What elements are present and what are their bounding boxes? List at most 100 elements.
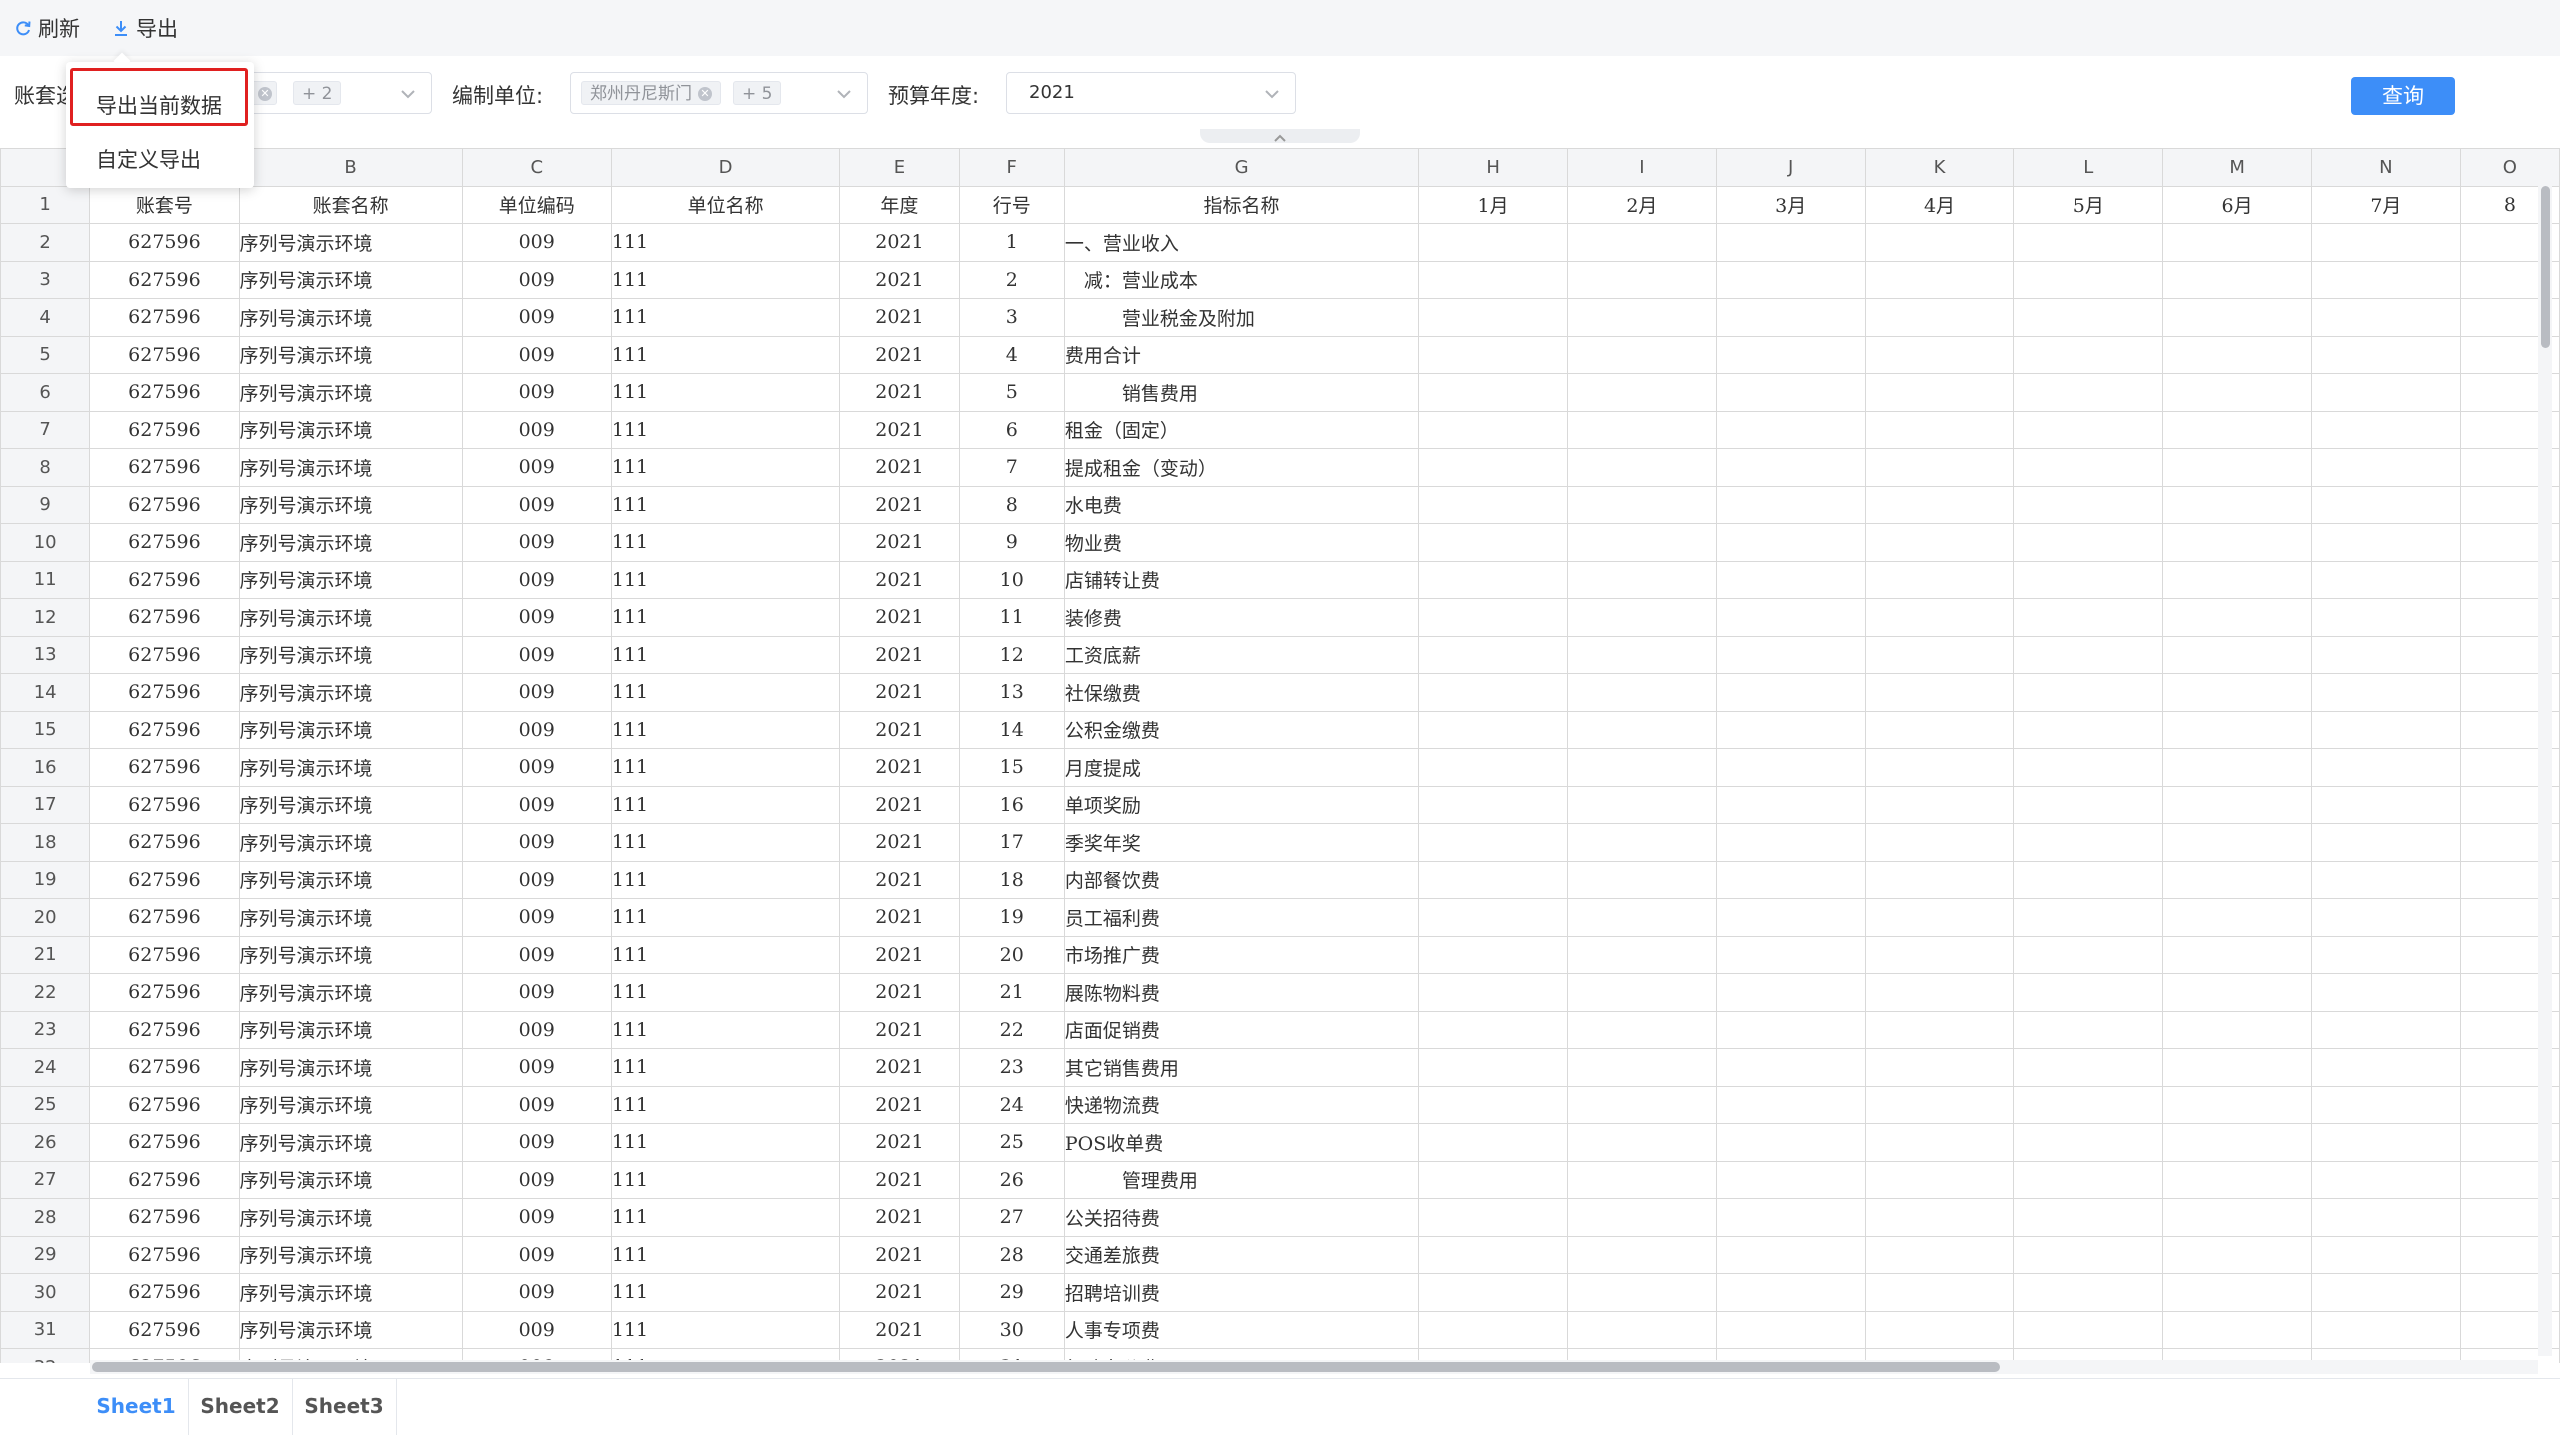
table-cell[interactable] xyxy=(1864,748,2015,787)
header-cell[interactable]: 6月 xyxy=(2162,185,2312,224)
table-cell[interactable] xyxy=(1567,560,1717,599)
table-cell[interactable] xyxy=(1567,1273,1717,1312)
table-cell[interactable]: 111 xyxy=(610,223,841,262)
table-cell[interactable]: 2021 xyxy=(839,860,960,899)
table-cell[interactable]: 009 xyxy=(461,298,612,337)
table-cell[interactable] xyxy=(1715,673,1866,712)
table-cell[interactable]: 营业税金及附加 xyxy=(1063,298,1420,337)
table-cell[interactable]: 009 xyxy=(461,673,612,712)
horizontal-scroll-thumb[interactable] xyxy=(92,1362,2000,1372)
table-cell[interactable] xyxy=(2162,335,2312,374)
table-cell[interactable]: 009 xyxy=(461,710,612,749)
table-cell[interactable] xyxy=(2162,260,2312,299)
table-cell[interactable] xyxy=(1864,448,2015,487)
table-cell[interactable] xyxy=(1715,373,1866,412)
table-cell[interactable]: 序列号演示环境 xyxy=(238,635,463,674)
table-cell[interactable]: 快递物流费 xyxy=(1063,1085,1420,1124)
table-cell[interactable] xyxy=(2013,335,2164,374)
table-cell[interactable]: 序列号演示环境 xyxy=(238,298,463,337)
table-cell[interactable]: 111 xyxy=(610,373,841,412)
table-cell[interactable]: 内部餐饮费 xyxy=(1063,860,1420,899)
table-cell[interactable] xyxy=(2310,823,2461,862)
table-cell[interactable] xyxy=(2162,298,2312,337)
header-cell[interactable]: 账套名称 xyxy=(238,185,463,224)
table-cell[interactable] xyxy=(1418,448,1568,487)
table-cell[interactable]: 2021 xyxy=(839,673,960,712)
table-cell[interactable] xyxy=(1567,1310,1717,1349)
table-cell[interactable] xyxy=(2310,1273,2461,1312)
table-cell[interactable]: 序列号演示环境 xyxy=(238,560,463,599)
table-cell[interactable]: 009 xyxy=(461,1310,612,1349)
tag-close-icon[interactable]: ✕ xyxy=(258,87,272,101)
table-cell[interactable]: 2021 xyxy=(839,523,960,562)
tab-sheet1[interactable]: Sheet1 xyxy=(84,1379,189,1435)
row-number[interactable]: 13 xyxy=(0,635,91,674)
table-cell[interactable]: 009 xyxy=(461,1160,612,1199)
table-cell[interactable]: 009 xyxy=(461,223,612,262)
table-cell[interactable]: 627596 xyxy=(89,935,240,974)
table-cell[interactable] xyxy=(1418,1198,1568,1237)
table-cell[interactable] xyxy=(2013,560,2164,599)
table-cell[interactable] xyxy=(1567,1235,1717,1274)
table-cell[interactable] xyxy=(1567,1198,1717,1237)
table-cell[interactable] xyxy=(1567,935,1717,974)
table-cell[interactable] xyxy=(1864,935,2015,974)
table-cell[interactable] xyxy=(1418,1310,1568,1349)
table-cell[interactable]: 111 xyxy=(610,1085,841,1124)
table-cell[interactable]: 009 xyxy=(461,860,612,899)
export-button[interactable]: 导出 xyxy=(112,14,178,42)
table-cell[interactable]: 111 xyxy=(610,1198,841,1237)
table-cell[interactable]: 2021 xyxy=(839,298,960,337)
refresh-button[interactable]: 刷新 xyxy=(14,14,80,42)
table-cell[interactable] xyxy=(1418,635,1568,674)
table-cell[interactable]: 009 xyxy=(461,485,612,524)
column-header[interactable]: J xyxy=(1715,148,1866,187)
table-cell[interactable] xyxy=(1418,1048,1568,1087)
row-number[interactable]: 19 xyxy=(0,860,91,899)
table-cell[interactable]: 2021 xyxy=(839,485,960,524)
table-cell[interactable]: 21 xyxy=(958,973,1065,1012)
table-cell[interactable]: 序列号演示环境 xyxy=(238,448,463,487)
table-cell[interactable] xyxy=(2310,1048,2461,1087)
table-cell[interactable] xyxy=(1418,223,1568,262)
table-cell[interactable]: 2021 xyxy=(839,1310,960,1349)
table-cell[interactable]: 序列号演示环境 xyxy=(238,1235,463,1274)
table-cell[interactable] xyxy=(1864,485,2015,524)
table-cell[interactable] xyxy=(2162,485,2312,524)
table-cell[interactable]: 009 xyxy=(461,523,612,562)
table-cell[interactable]: 减：营业成本 xyxy=(1063,260,1420,299)
row-number[interactable]: 27 xyxy=(0,1160,91,1199)
row-number[interactable]: 20 xyxy=(0,898,91,937)
row-number[interactable]: 10 xyxy=(0,523,91,562)
table-cell[interactable]: 12 xyxy=(958,635,1065,674)
table-cell[interactable] xyxy=(1418,335,1568,374)
table-cell[interactable] xyxy=(1864,598,2015,637)
table-cell[interactable] xyxy=(2162,673,2312,712)
table-cell[interactable] xyxy=(2013,823,2164,862)
table-cell[interactable]: 其它销售费用 xyxy=(1063,1048,1420,1087)
table-cell[interactable] xyxy=(2013,1198,2164,1237)
row-number[interactable]: 16 xyxy=(0,748,91,787)
table-cell[interactable]: 序列号演示环境 xyxy=(238,598,463,637)
table-cell[interactable] xyxy=(2013,1123,2164,1162)
table-cell[interactable]: 627596 xyxy=(89,673,240,712)
collapse-filter-handle[interactable] xyxy=(1200,129,1360,143)
table-cell[interactable] xyxy=(1715,260,1866,299)
table-cell[interactable]: 2021 xyxy=(839,335,960,374)
table-cell[interactable] xyxy=(2013,523,2164,562)
column-header[interactable]: F xyxy=(958,148,1065,187)
table-cell[interactable] xyxy=(1418,260,1568,299)
table-cell[interactable]: 序列号演示环境 xyxy=(238,1010,463,1049)
row-number[interactable]: 32 xyxy=(0,1348,91,1363)
table-cell[interactable] xyxy=(2162,1198,2312,1237)
custom-export-item[interactable]: 自定义导出 xyxy=(96,144,201,174)
table-cell[interactable] xyxy=(2310,523,2461,562)
table-cell[interactable]: 10 xyxy=(958,560,1065,599)
table-cell[interactable] xyxy=(2162,448,2312,487)
table-cell[interactable] xyxy=(1715,1310,1866,1349)
table-cell[interactable] xyxy=(2013,373,2164,412)
column-header[interactable]: L xyxy=(2013,148,2164,187)
table-cell[interactable]: 111 xyxy=(610,1235,841,1274)
table-cell[interactable]: 627596 xyxy=(89,710,240,749)
table-cell[interactable] xyxy=(2162,898,2312,937)
